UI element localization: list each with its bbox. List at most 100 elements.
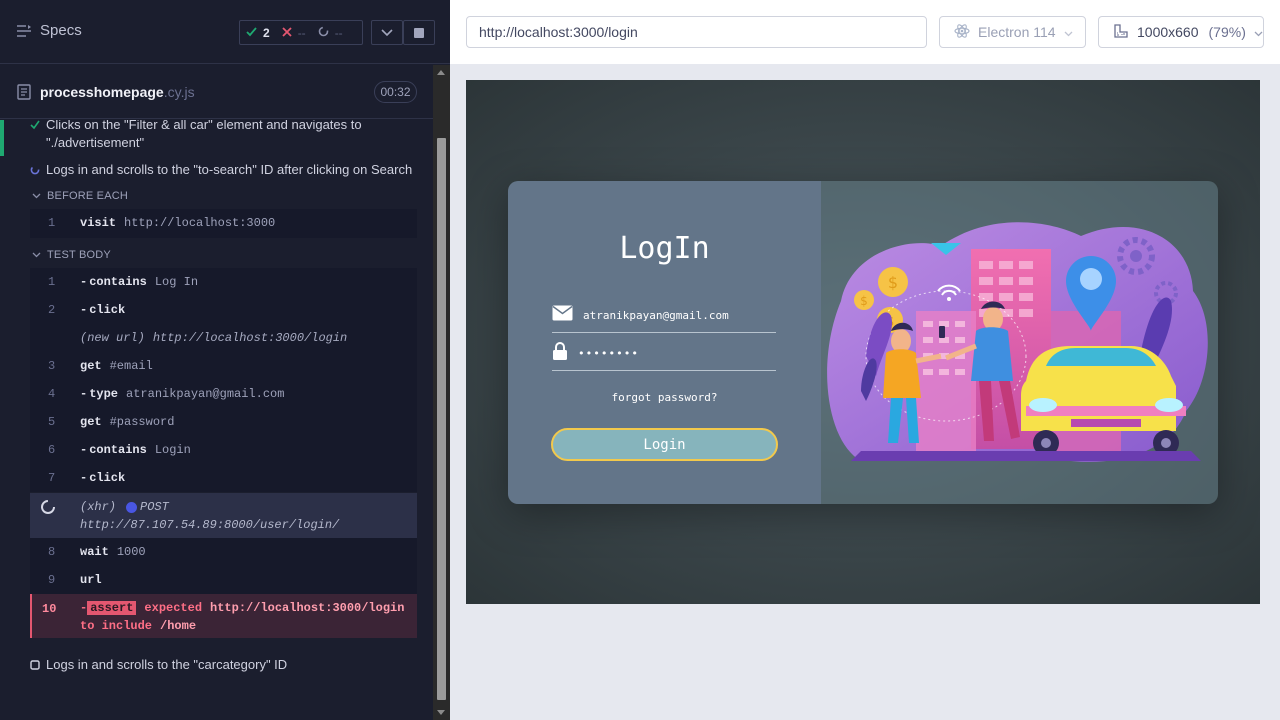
command-name: (new url) [80, 331, 145, 345]
chevron-down-icon [1254, 24, 1263, 40]
scrollbar-thumb[interactable] [437, 138, 446, 700]
command-row[interactable]: 1 - contains Log In [30, 268, 417, 296]
command-body: visit http://localhost:3000 [80, 216, 275, 230]
duration-badge: 00:32 [374, 81, 417, 103]
command-body: - contains Log In [80, 275, 198, 289]
chevron-down-icon [32, 190, 41, 202]
password-field[interactable]: •••••••• [552, 337, 776, 371]
command-row[interactable]: 8 wait 1000 [30, 538, 417, 566]
command-arg: http://localhost:3000 [124, 216, 276, 230]
command-number: 6 [48, 443, 56, 457]
hook-label: TEST BODY [47, 249, 111, 261]
login-illustration: $ $ $ [821, 181, 1218, 504]
car-deal-illustration: $ $ $ [827, 222, 1208, 462]
xhr-method-group: POST [126, 500, 169, 514]
chevron-down-icon [381, 24, 393, 42]
login-form: LogIn atranikpayan@gmail.com •••••••• fo… [508, 181, 821, 504]
browser-selector[interactable]: Electron 114 [939, 16, 1086, 48]
ruler-icon [1113, 23, 1129, 42]
chevron-down-icon [32, 249, 41, 261]
command-row[interactable]: 3 get #email [30, 352, 417, 380]
test-title: Clicks on the "Filter & all car" element… [46, 120, 362, 150]
scroll-up-icon[interactable] [437, 70, 445, 75]
test-item-running[interactable]: Logs in and scrolls to the "to-search" I… [30, 161, 412, 180]
command-number: 1 [48, 275, 56, 289]
scroll-down-icon[interactable] [437, 710, 445, 715]
stop-icon [414, 27, 424, 38]
test-item-pending[interactable]: Logs in and scrolls to the "carcategory"… [30, 656, 287, 675]
forgot-password-link[interactable]: forgot password? [508, 391, 821, 404]
reporter-scrollbar[interactable] [433, 65, 450, 720]
command-row[interactable]: 2 - click [30, 296, 417, 324]
command-number: 8 [48, 545, 56, 559]
command-row[interactable]: 9 url [30, 566, 417, 594]
child-marker: - [80, 471, 88, 485]
command-name: get [80, 415, 102, 429]
xhr-url: http://87.107.54.89:8000/user/login/ [80, 518, 340, 532]
failed-stat: -- [276, 26, 312, 40]
spec-file-name[interactable]: processhomepage.cy.js [40, 84, 195, 100]
assertion-line: to include /home [80, 619, 196, 633]
email-field[interactable]: atranikpayan@gmail.com [552, 299, 776, 333]
child-marker: - [80, 443, 88, 457]
menu-icon [16, 24, 32, 38]
command-body: (new url) http://localhost:3000/login [80, 331, 347, 345]
failed-assertion[interactable]: 10 - assert expected http://localhost:30… [30, 594, 417, 638]
command-row[interactable]: (new url) http://localhost:3000/login [30, 324, 417, 352]
chevron-down-icon [1064, 24, 1073, 40]
svg-text:$: $ [888, 273, 898, 292]
assert-badge: assert [87, 601, 137, 615]
command-group: 1 visit http://localhost:3000 [30, 209, 417, 238]
command-body: get #password [80, 415, 174, 429]
command-row[interactable]: 1 visit http://localhost:3000 [30, 209, 417, 237]
status-dot-icon [126, 501, 138, 513]
test-item[interactable]: Clicks on the "Filter & all car" element… [30, 120, 410, 152]
specs-label: Specs [40, 22, 82, 39]
failed-count: -- [297, 25, 306, 40]
stop-button[interactable] [403, 20, 435, 45]
hook-before-each[interactable]: BEFORE EACH [32, 190, 128, 202]
reporter-toolbar: Specs 2 -- -- [0, 0, 450, 64]
test-title: Logs in and scrolls to the "carcategory"… [46, 657, 288, 672]
lock-icon [552, 342, 568, 365]
command-name: contains [89, 275, 147, 289]
collapse-button[interactable] [371, 20, 403, 45]
url-bar[interactable]: http://localhost:3000/login [466, 16, 927, 48]
pending-square-icon [30, 656, 40, 675]
command-number: 1 [48, 216, 56, 230]
command-row[interactable]: 5 get #password [30, 408, 417, 436]
command-group: 1 - contains Log In 2 - click (new url) http… [30, 268, 417, 492]
command-number: 5 [48, 415, 56, 429]
command-body: - contains Login [80, 443, 191, 457]
assertion-line: - assert expected http://localhost:3000/… [80, 601, 404, 615]
specs-toggle-button[interactable]: Specs [16, 22, 82, 39]
login-button[interactable]: Login [551, 428, 778, 461]
assertion-operator: to include [80, 619, 153, 633]
command-row[interactable]: 6 - contains Login [30, 436, 417, 464]
command-name: wait [80, 545, 109, 559]
child-marker: - [80, 275, 88, 289]
command-row[interactable]: 7 - click [30, 464, 417, 492]
command-body: get #email [80, 359, 153, 373]
viewport-selector[interactable]: 1000x660 (79%) [1098, 16, 1264, 48]
child-marker: - [80, 601, 88, 615]
spec-extension: .cy.js [163, 84, 195, 100]
assertion-expected: expected [144, 601, 203, 615]
xhr-command[interactable]: (xhr) POST http://87.107.54.89:8000/user… [30, 493, 417, 539]
command-number: 4 [48, 387, 56, 401]
command-name: url [80, 573, 102, 587]
command-arg: Log In [154, 275, 199, 289]
command-number: 9 [48, 573, 56, 587]
child-marker: - [80, 387, 88, 401]
xhr-header: (xhr) POST [80, 500, 169, 514]
hook-test-body[interactable]: TEST BODY [32, 249, 111, 261]
command-body: - type atranikpayan@gmail.com [80, 387, 284, 401]
command-row[interactable]: 4 - type atranikpayan@gmail.com [30, 380, 417, 408]
pending-icon [318, 26, 329, 40]
app-iframe: LogIn atranikpayan@gmail.com •••••••• fo… [466, 80, 1260, 604]
svg-text:$: $ [860, 294, 868, 308]
login-card: LogIn atranikpayan@gmail.com •••••••• fo… [508, 181, 1218, 504]
spinner-icon [30, 161, 40, 180]
command-arg: #password [109, 415, 175, 429]
command-body: wait 1000 [80, 545, 146, 559]
